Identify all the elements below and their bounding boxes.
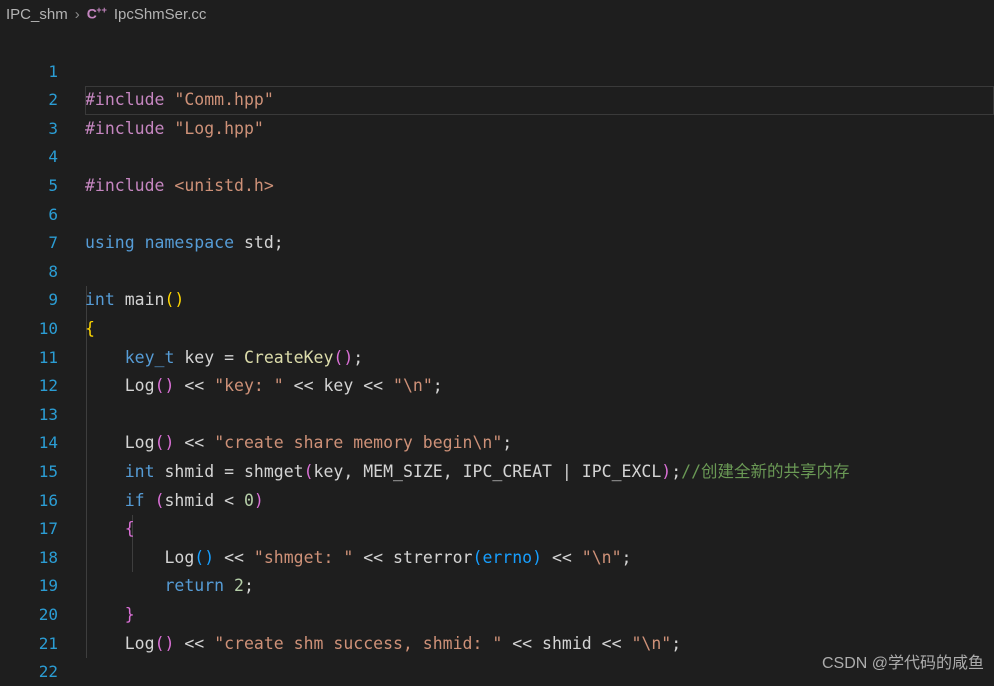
code-line[interactable]: 15 if (shmid < 0) [0, 429, 994, 510]
code-line[interactable]: 6 using namespace std; [0, 172, 994, 253]
code-line[interactable]: 12 [0, 344, 994, 395]
code-line[interactable]: 16 { [0, 458, 994, 539]
code-line-active[interactable]: 3 [0, 86, 994, 138]
code-line[interactable]: 18 return 2; [0, 515, 994, 596]
cpp-file-icon-letter: C [86, 5, 97, 22]
code-line[interactable]: 7 [0, 201, 994, 252]
code-line[interactable]: 10 key_t key = CreateKey(); [0, 286, 994, 367]
active-line-highlight [85, 86, 994, 115]
code-line[interactable]: 13 Log() << "create share memory begin\n… [0, 372, 994, 453]
code-line[interactable]: 17 Log() << "shmget: " << strerror(errno… [0, 487, 994, 567]
cpp-file-icon: C++ [87, 5, 107, 22]
code-line[interactable]: 21 [0, 601, 994, 653]
code-line[interactable]: 20 Log() << "create shm success, shmid: … [0, 572, 994, 653]
breadcrumb-file[interactable]: IpcShmSer.cc [114, 6, 207, 23]
breadcrumb: IPC_shm › C++ IpcShmSer.cc [0, 0, 994, 29]
code-line[interactable]: 5 [0, 143, 994, 195]
code-line[interactable]: 23 } [0, 658, 994, 686]
breadcrumb-folder[interactable]: IPC_shm [6, 6, 68, 23]
code-line[interactable]: 8 int main() [0, 229, 994, 310]
code-line[interactable]: 2 #include "Log.hpp" [0, 58, 994, 138]
code-line[interactable]: 11 Log() << "key: " << key << "\n"; [0, 315, 994, 396]
code-editor[interactable]: 1 #include "Comm.hpp" 2 #include "Log.hp… [0, 29, 994, 686]
code-line[interactable]: 9 { [0, 258, 994, 338]
code-line[interactable]: 22 return 0; [0, 630, 994, 681]
code-line[interactable]: 4 #include <unistd.h> [0, 115, 994, 195]
cpp-file-icon-plus: ++ [96, 5, 107, 16]
code-line[interactable]: 14 int shmid = shmget(key, MEM_SIZE, IPC… [0, 401, 994, 481]
breadcrumb-separator-icon: › [74, 6, 80, 23]
code-line[interactable]: 19 } [0, 544, 994, 624]
code-line[interactable]: 1 #include "Comm.hpp" [0, 29, 994, 110]
